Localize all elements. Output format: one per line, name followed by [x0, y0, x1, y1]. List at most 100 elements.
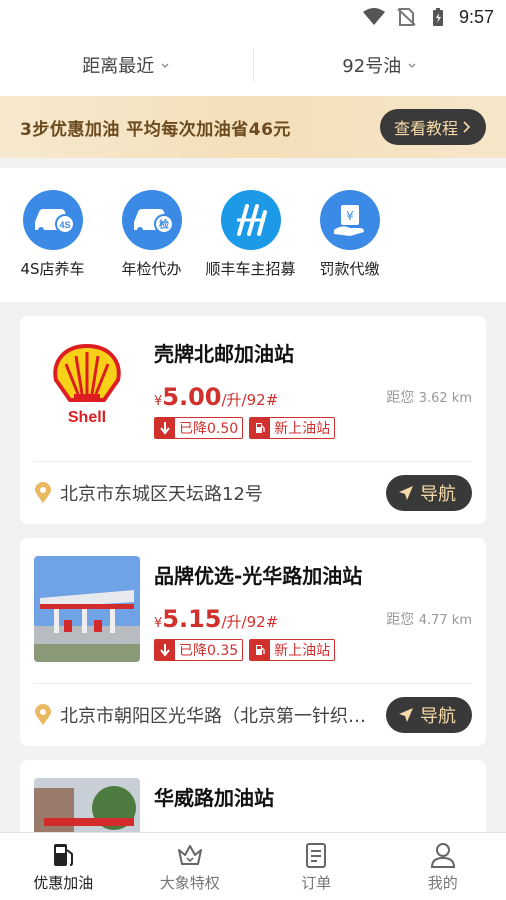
fuel-pump-small-icon [250, 640, 271, 660]
station-name: 品牌优选-光华路加油站 [154, 564, 363, 588]
new-station-text: 新上油站 [274, 643, 331, 659]
station-distance: 距您 4.77 km [386, 609, 472, 629]
shell-logo-text: Shell [68, 409, 106, 426]
tab-discount-fuel[interactable]: 优惠加油 [0, 833, 127, 900]
wifi-icon [362, 8, 385, 25]
bottom-tab-bar: 优惠加油 大象特权 订单 我的 [0, 832, 506, 900]
station-address: 北京市朝阳区光华路（北京第一针织… [34, 702, 366, 728]
station-info: 品牌优选-光华路加油站 ¥ 5.15 /升/92# 距您 4.77 km 已降0… [154, 556, 472, 683]
distance-label: 距您 [386, 390, 415, 406]
station-price: ¥ 5.00 /升/92# [154, 383, 278, 411]
user-icon [430, 843, 455, 868]
view-tutorial-button[interactable]: 查看教程 [379, 109, 486, 145]
service-sf-recruit[interactable]: 顺丰车主招募 [202, 190, 299, 279]
price-unit: /升/92# [221, 613, 279, 631]
service-label: 罚款代缴 [319, 260, 380, 278]
status-bar: 9:57 [0, 0, 506, 34]
distance-label: 距您 [386, 612, 415, 628]
tab-orders[interactable]: 订单 [253, 833, 380, 900]
price-drop-text: 已降0.50 [179, 421, 239, 437]
price-row: ¥ 5.15 /升/92# 距您 4.77 km [154, 605, 472, 633]
no-sim-icon [397, 8, 416, 26]
sort-filter-label: 距离最近 [82, 56, 155, 77]
station-card-bottom: 北京市朝阳区光华路（北京第一针织… 导航 [34, 684, 472, 746]
service-label: 4S店养车 [20, 260, 85, 278]
fine-payment-badge: ¥ [346, 209, 354, 223]
station-address-text: 北京市朝阳区光华路（北京第一针织… [60, 706, 366, 727]
new-station-text: 新上油站 [274, 421, 331, 437]
highway-icon [220, 190, 281, 250]
station-list: Shell 壳牌北邮加油站 ¥ 5.00 /升/92# 距您 3.62 km 已… [0, 302, 506, 900]
service-4s-maintenance[interactable]: 4S 4S店养车 [4, 190, 101, 279]
navigation-arrow-icon [399, 708, 413, 722]
distance-value: 3.62 km [418, 391, 472, 406]
battery-icon [432, 8, 443, 26]
station-card[interactable]: 品牌优选-光华路加油站 ¥ 5.15 /升/92# 距您 4.77 km 已降0… [20, 538, 486, 746]
new-station-badge: 新上油站 [249, 639, 336, 661]
promo-text: 3步优惠加油 平均每次加油省46元 [20, 119, 291, 140]
station-tags: 已降0.35 新上油站 [154, 639, 472, 661]
price-amount: 5.15 [162, 605, 222, 633]
tab-label: 优惠加油 [33, 874, 94, 892]
station-card-top: Shell 壳牌北邮加油站 ¥ 5.00 /升/92# 距您 3.62 km 已… [34, 334, 472, 462]
fuel-filter-label: 92号油 [342, 56, 402, 77]
station-photo [34, 556, 140, 662]
station-card-bottom: 北京市东城区天坛路12号 导航 [34, 462, 472, 524]
fuel-filter[interactable]: 92号油 [254, 52, 506, 78]
distance-value: 4.77 km [418, 613, 472, 628]
view-tutorial-label: 查看教程 [393, 119, 458, 138]
station-distance: 距您 3.62 km [386, 387, 472, 407]
navigate-label: 导航 [420, 706, 456, 727]
car-4s-icon: 4S [22, 190, 83, 250]
tab-elephant-privileges[interactable]: 大象特权 [127, 833, 254, 900]
price-unit: /升/92# [221, 391, 279, 409]
navigate-label: 导航 [420, 484, 456, 505]
chevron-down-icon [161, 63, 169, 68]
arrow-down-icon [155, 640, 175, 660]
fuel-pump-icon [54, 844, 74, 866]
status-time: 9:57 [458, 6, 494, 27]
car-4s-badge: 4S [59, 220, 70, 230]
car-inspection-badge: 检 [159, 218, 169, 231]
tab-label: 我的 [427, 874, 458, 892]
navigation-arrow-icon [399, 486, 413, 500]
fine-payment-icon: ¥ [319, 190, 380, 250]
station-info: 壳牌北邮加油站 ¥ 5.00 /升/92# 距您 3.62 km 已降0.50 … [154, 334, 472, 461]
price-drop-badge: 已降0.35 [154, 639, 244, 661]
filter-bar: 距离最近 92号油 [0, 34, 506, 96]
car-inspection-icon: 检 [121, 190, 182, 250]
station-address: 北京市东城区天坛路12号 [34, 480, 263, 506]
service-annual-inspection[interactable]: 检 年检代办 [103, 190, 200, 279]
new-station-badge: 新上油站 [249, 417, 336, 439]
service-fine-payment[interactable]: ¥ 罚款代缴 [301, 190, 398, 279]
tab-label: 订单 [301, 874, 332, 892]
location-pin-icon [35, 482, 51, 503]
crown-icon [177, 845, 202, 865]
promo-banner[interactable]: 3步优惠加油 平均每次加油省46元 查看教程 [0, 96, 506, 158]
services-row: 4S 4S店养车 检 年检代办 顺丰车主招募 ¥ 罚款代缴 [0, 168, 506, 302]
station-tags: 已降0.50 新上油站 [154, 417, 472, 439]
tab-label: 大象特权 [159, 874, 220, 892]
station-name: 华威路加油站 [154, 786, 274, 810]
price-row: ¥ 5.00 /升/92# 距您 3.62 km [154, 383, 472, 411]
order-list-icon [306, 843, 327, 868]
navigate-button[interactable]: 导航 [386, 697, 472, 733]
service-label: 年检代办 [121, 260, 182, 278]
station-name: 壳牌北邮加油站 [154, 342, 294, 366]
shell-logo: Shell [34, 334, 140, 440]
location-pin-icon [35, 704, 51, 725]
chevron-right-icon [463, 121, 471, 133]
price-currency: ¥ [154, 394, 163, 409]
navigate-button[interactable]: 导航 [386, 475, 472, 511]
arrow-down-icon [155, 418, 175, 438]
station-price: ¥ 5.15 /升/92# [154, 605, 278, 633]
sort-filter[interactable]: 距离最近 [0, 52, 253, 78]
station-card[interactable]: Shell 壳牌北邮加油站 ¥ 5.00 /升/92# 距您 3.62 km 已… [20, 316, 486, 524]
price-currency: ¥ [154, 616, 163, 631]
price-drop-text: 已降0.35 [179, 643, 239, 659]
station-address-text: 北京市东城区天坛路12号 [60, 484, 263, 505]
price-drop-badge: 已降0.50 [154, 417, 244, 439]
tab-profile[interactable]: 我的 [380, 833, 506, 900]
service-label: 顺丰车主招募 [205, 260, 296, 278]
price-amount: 5.00 [162, 383, 222, 411]
